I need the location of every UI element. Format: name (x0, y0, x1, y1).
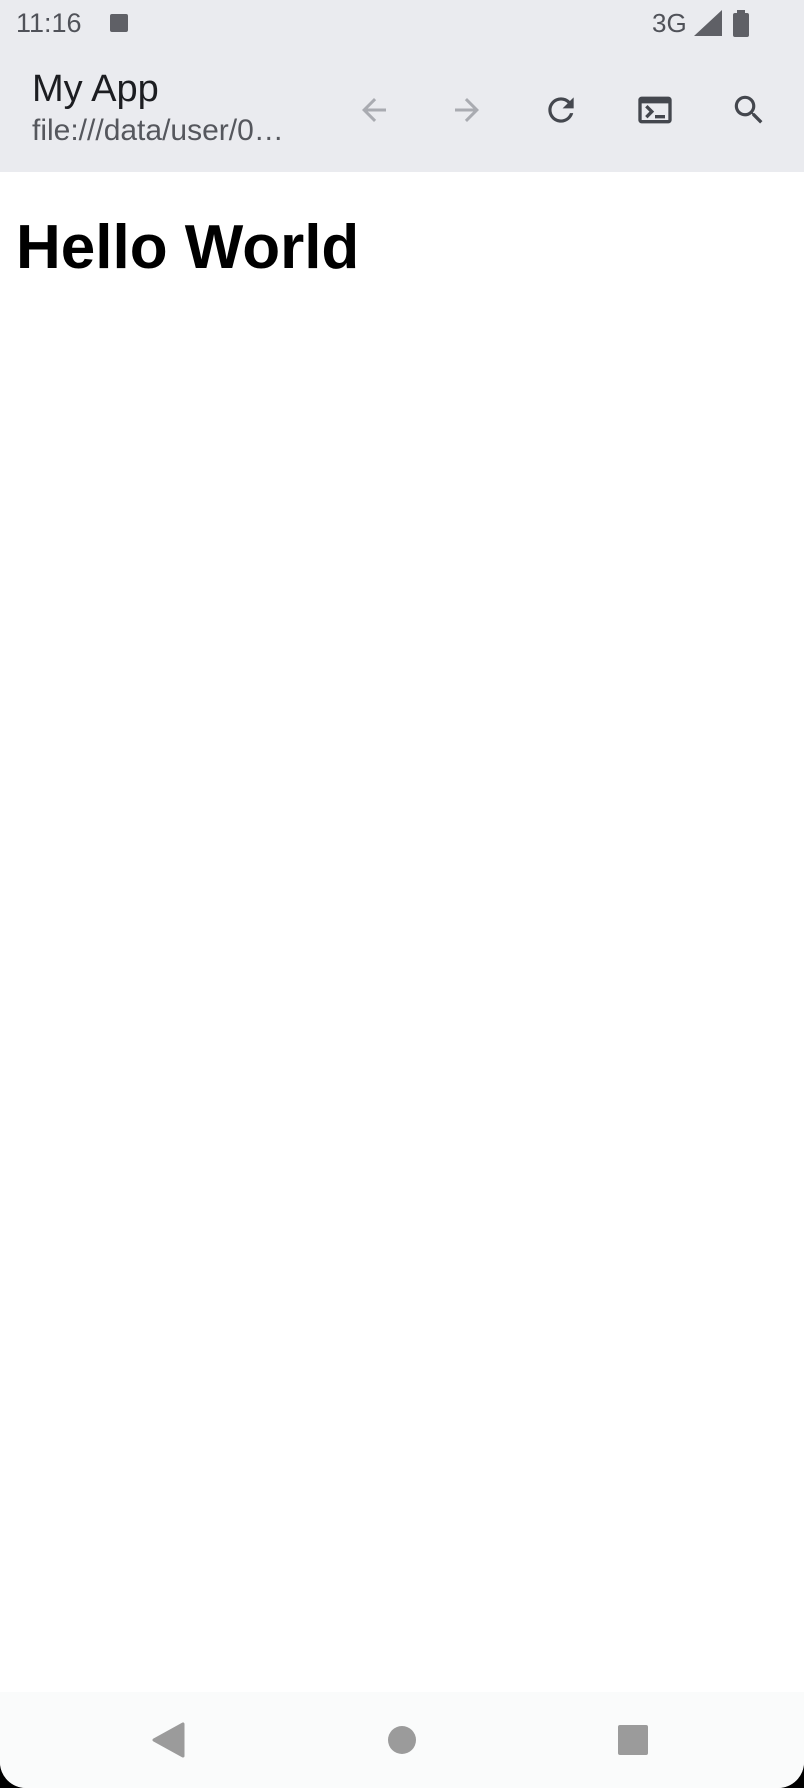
web-content[interactable]: Hello World (0, 172, 804, 1692)
nav-back-button[interactable] (138, 1712, 198, 1768)
arrow-left-icon (362, 98, 386, 122)
status-time: 11:16 (16, 8, 82, 38)
back-triangle-icon (152, 1722, 185, 1758)
device-screen: 11:16 3G My App file:///data/user/0… Hel… (0, 0, 804, 1788)
app-bar: My App file:///data/user/0… (0, 48, 804, 172)
status-bar: 11:16 3G (0, 0, 804, 48)
home-circle-icon (388, 1726, 416, 1754)
network-type-label: 3G (652, 8, 687, 38)
console-button[interactable] (627, 82, 683, 138)
page-heading: Hello World (16, 213, 360, 282)
app-title: My App (32, 68, 159, 110)
terminal-icon (638, 96, 672, 124)
recents-square-icon (618, 1725, 648, 1755)
arrow-right-icon (455, 98, 479, 122)
forward-button[interactable] (439, 82, 495, 138)
cell-signal-icon (694, 10, 722, 36)
battery-icon (733, 10, 749, 37)
reload-button[interactable] (533, 82, 589, 138)
notification-square-icon (110, 14, 128, 32)
refresh-icon (548, 97, 574, 123)
nav-home-button[interactable] (372, 1712, 432, 1768)
nav-recents-button[interactable] (603, 1712, 663, 1768)
search-icon (734, 95, 763, 124)
back-button[interactable] (346, 82, 402, 138)
search-button[interactable] (721, 82, 777, 138)
system-nav-bar (0, 1692, 804, 1788)
page-url: file:///data/user/0… (32, 114, 284, 147)
